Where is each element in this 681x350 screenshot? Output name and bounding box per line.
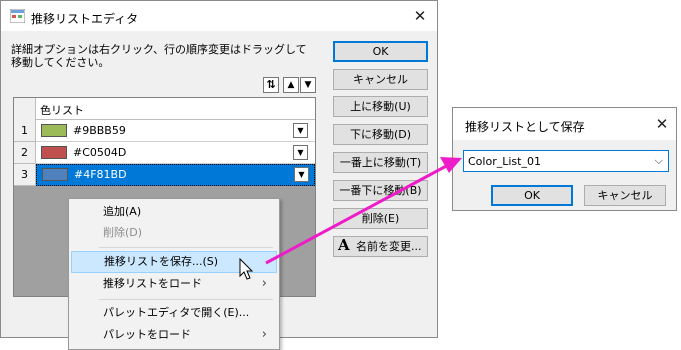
menu-item-label: パレットエディタで開く(E)... (103, 306, 250, 319)
color-cell-selected[interactable]: #4F81BD ▼ (36, 164, 315, 186)
move-down-icon[interactable]: ▼ (300, 77, 316, 93)
ok-button[interactable]: OK (491, 185, 573, 206)
chevron-down-icon[interactable]: ▼ (294, 167, 309, 182)
save-as-list-dialog: 推移リストとして保存 ✕ Color_List_01 ⌵ OK キャンセル (452, 107, 677, 211)
title-bar: 推移リストとして保存 ✕ (453, 108, 676, 140)
close-icon[interactable]: ✕ (411, 7, 429, 25)
table-row[interactable]: 3 #4F81BD ▼ (14, 164, 315, 186)
table-row[interactable]: 1 #9BBB59 ▼ (14, 120, 315, 142)
row-number: 1 (14, 120, 36, 142)
color-cell[interactable]: #9BBB59 ▼ (36, 120, 315, 142)
color-hex: #9BBB59 (73, 124, 126, 137)
delete-button[interactable]: 削除(E) (333, 208, 428, 229)
menu-item-label: パレットをロード (103, 328, 191, 341)
color-cell[interactable]: #C0504D ▼ (36, 142, 315, 164)
menu-item-load-palette[interactable]: パレットをロード › (71, 324, 277, 346)
cancel-button[interactable]: キャンセル (584, 185, 666, 206)
color-list-header: 色リスト (40, 104, 84, 117)
rename-icon: A (338, 236, 350, 254)
ok-button[interactable]: OK (333, 41, 428, 62)
menu-separator (99, 247, 273, 248)
move-up-icon[interactable]: ▲ (283, 77, 299, 93)
menu-item-delete: 削除(D) (71, 222, 277, 244)
move-bottom-button[interactable]: 一番下に移動(B) (333, 180, 428, 201)
menu-separator (99, 299, 273, 300)
row-number: 2 (14, 142, 36, 164)
row-number: 3 (14, 164, 36, 186)
menu-item-label: 推移リストを保存...(S) (104, 255, 219, 268)
menu-item-label: 追加(A) (103, 205, 142, 218)
list-name-value: Color_List_01 (468, 155, 541, 168)
app-icon (10, 9, 25, 23)
submenu-arrow-icon: › (261, 276, 267, 291)
chevron-down-icon[interactable]: ▼ (293, 145, 308, 160)
move-up-button[interactable]: 上に移動(U) (333, 96, 428, 117)
rename-label: 名前を変更... (356, 240, 422, 253)
list-name-combobox[interactable]: Color_List_01 ⌵ (463, 150, 669, 172)
color-swatch (41, 146, 67, 159)
instructions-text: 詳細オプションは右クリック、行の順序変更はドラッグして移動してください。 (11, 43, 307, 69)
cancel-button[interactable]: キャンセル (333, 69, 428, 90)
color-swatch (42, 168, 68, 181)
dialog-title: 推移リストエディタ (31, 12, 139, 26)
color-hex: #C0504D (73, 146, 127, 159)
chevron-down-icon[interactable]: ⌵ (655, 154, 663, 168)
menu-item-label: 推移リストをロード (103, 277, 202, 290)
table-row[interactable]: 2 #C0504D ▼ (14, 142, 315, 164)
color-swatch (41, 124, 67, 137)
sort-icon[interactable]: ⇅ (263, 77, 279, 93)
chevron-down-icon[interactable]: ▼ (293, 123, 308, 138)
dialog-title: 推移リストとして保存 (465, 120, 585, 134)
rename-button[interactable]: A 名前を変更... (333, 236, 428, 257)
move-top-button[interactable]: 一番上に移動(T) (333, 152, 428, 173)
grid-corner (14, 98, 36, 120)
color-hex: #4F81BD (74, 168, 127, 181)
mouse-cursor-icon (239, 258, 254, 280)
menu-item-add[interactable]: 追加(A) (71, 201, 277, 223)
close-icon[interactable]: ✕ (653, 115, 671, 133)
menu-item-label: 削除(D) (103, 226, 143, 239)
grid-header-row: 色リスト (14, 98, 315, 120)
move-down-button[interactable]: 下に移動(D) (333, 124, 428, 145)
submenu-arrow-icon: › (261, 327, 267, 342)
title-bar: 推移リストエディタ ✕ (1, 1, 437, 31)
menu-item-open-palette[interactable]: パレットエディタで開く(E)... (71, 302, 277, 324)
